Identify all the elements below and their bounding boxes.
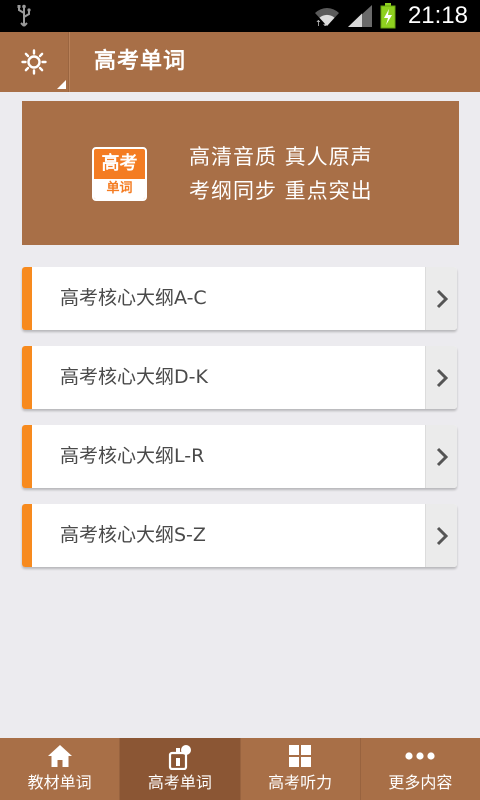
svg-text:↑↓: ↑↓ xyxy=(315,19,328,27)
tab-label: 教材单词 xyxy=(27,773,92,792)
signal-icon xyxy=(347,5,372,27)
more-dots-icon xyxy=(405,752,435,760)
list-item-accent xyxy=(22,425,32,488)
app-logo: 高考 单词 xyxy=(92,147,147,201)
dropdown-corner-icon xyxy=(57,80,66,89)
action-bar: 高考单词 xyxy=(0,32,480,92)
status-bar: ↑↓ 21:18 xyxy=(0,0,480,32)
tab-exam-listening[interactable]: 高考听力 xyxy=(241,738,361,800)
menu-button[interactable] xyxy=(0,32,68,92)
tab-label: 高考单词 xyxy=(147,773,212,792)
banner-line-2: 考纲同步 重点突出 xyxy=(189,179,373,203)
list-item-a-c[interactable]: 高考核心大纲A-C xyxy=(22,267,457,330)
list-item-s-z[interactable]: 高考核心大纲S-Z xyxy=(22,504,457,567)
status-time: 21:18 xyxy=(407,2,468,29)
list-item-label: 高考核心大纲A-C xyxy=(60,287,207,309)
logo-top-text: 高考 xyxy=(101,153,138,174)
chevron-right-icon xyxy=(436,368,448,387)
list-item-label: 高考核心大纲S-Z xyxy=(60,524,206,546)
tab-textbook-words[interactable]: 教材单词 xyxy=(0,738,121,800)
grid-icon xyxy=(289,745,312,767)
bottom-tab-bar: 教材单词 高考单词 高考听力 更多内容 xyxy=(0,738,480,800)
wifi-icon: ↑↓ xyxy=(314,8,339,27)
tab-label: 高考听力 xyxy=(268,773,333,792)
chevron-right-icon xyxy=(436,526,448,545)
list-item-arrow[interactable] xyxy=(425,346,457,409)
list-item-label: 高考核心大纲D-K xyxy=(60,366,208,388)
tab-label: 更多内容 xyxy=(388,773,453,792)
tab-more-content[interactable]: 更多内容 xyxy=(361,738,480,800)
list-item-accent xyxy=(22,346,32,409)
chevron-right-icon xyxy=(436,289,448,308)
banner-line-1: 高清音质 真人原声 xyxy=(189,145,373,169)
battery-charging-icon xyxy=(380,3,396,29)
promo-banner: 高考 单词 高清音质 真人原声 考纲同步 重点突出 xyxy=(22,101,459,245)
actionbar-divider xyxy=(68,32,70,92)
list-item-arrow[interactable] xyxy=(425,504,457,567)
home-icon xyxy=(47,745,72,767)
chevron-right-icon xyxy=(436,447,448,466)
sun-icon xyxy=(21,49,47,75)
list-item-accent xyxy=(22,504,32,567)
list-item-d-k[interactable]: 高考核心大纲D-K xyxy=(22,346,457,409)
list-item-l-r[interactable]: 高考核心大纲L-R xyxy=(22,425,457,488)
list-item-accent xyxy=(22,267,32,330)
logo-bottom-text: 单词 xyxy=(94,179,145,199)
usb-icon xyxy=(17,4,31,27)
tab-exam-words[interactable]: 高考单词 xyxy=(120,738,241,800)
list-item-arrow[interactable] xyxy=(425,425,457,488)
page-title: 高考单词 xyxy=(94,49,187,74)
exam-icon xyxy=(168,745,191,770)
list-item-arrow[interactable] xyxy=(425,267,457,330)
list-item-label: 高考核心大纲L-R xyxy=(60,445,205,467)
